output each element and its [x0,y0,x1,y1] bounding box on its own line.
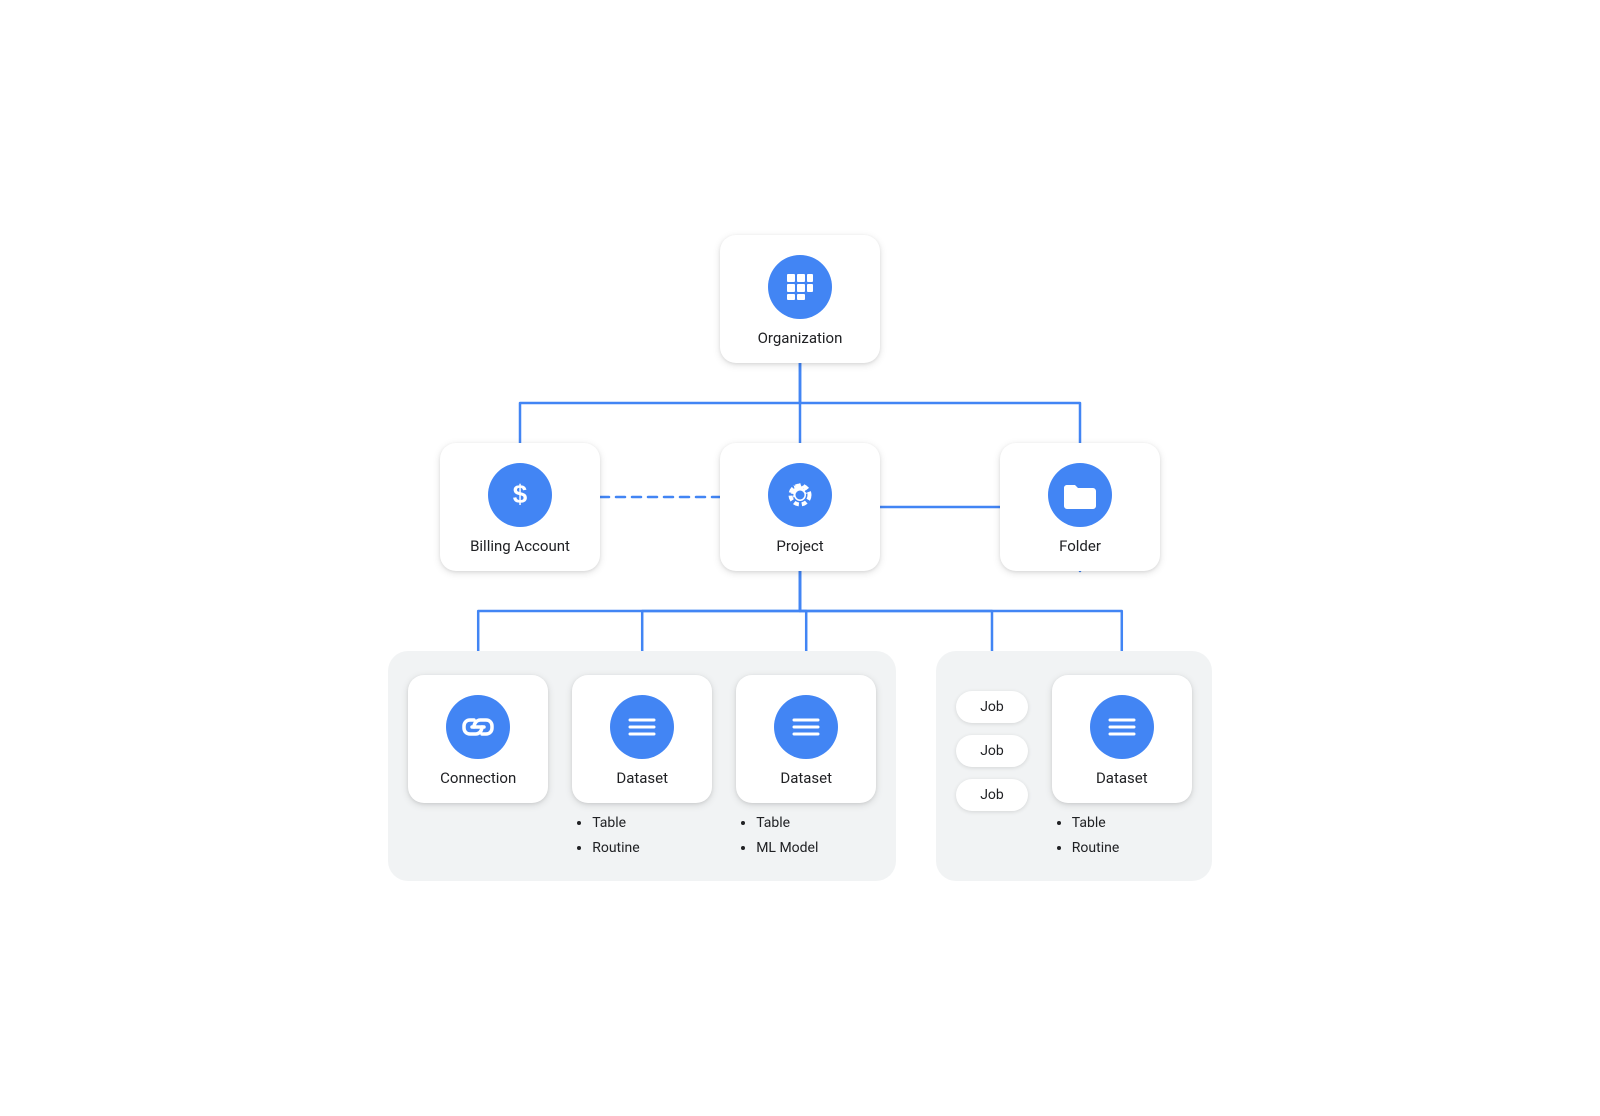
connection-icon [446,695,510,759]
billing-account-node: $ Billing Account [440,443,600,571]
dataset1-bullet-2: Routine [592,836,639,861]
dataset3-bullet-2: Routine [1072,836,1119,861]
dataset1-col: Dataset Table Routine [572,675,712,861]
dataset1-icon [610,695,674,759]
dataset2-label: Dataset [780,769,832,787]
dataset2-col: Dataset Table ML Model [736,675,876,861]
right-group: Job Job Job Dataset Ta [936,651,1212,881]
organization-icon [768,255,832,319]
dataset3-bullet-1: Table [1072,811,1119,836]
dataset3-bullets: Table Routine [1052,811,1119,861]
dataset3-icon [1090,695,1154,759]
dataset2-node: Dataset [736,675,876,803]
billing-icon: $ [488,463,552,527]
job-pill-2: Job [956,735,1028,767]
connection-node: Connection [408,675,548,803]
dataset3-label: Dataset [1096,769,1148,787]
dataset1-bullet-1: Table [592,811,639,836]
job-pill-1: Job [956,691,1028,723]
organization-label: Organization [758,329,843,347]
folder-node: Folder [1000,443,1160,571]
dataset2-bullet-1: Table [756,811,818,836]
jobs-col: Job Job Job [956,675,1028,811]
dataset2-icon [774,695,838,759]
dataset3-node: Dataset [1052,675,1192,803]
project-label: Project [776,537,823,555]
project-icon [768,463,832,527]
dataset2-bullet-2: ML Model [756,836,818,861]
connection-col: Connection [408,675,548,803]
job-pill-3: Job [956,779,1028,811]
svg-text:$: $ [513,479,528,509]
dataset2-bullets: Table ML Model [736,811,818,861]
billing-label: Billing Account [470,537,570,555]
dataset1-label: Dataset [616,769,668,787]
dataset1-node: Dataset [572,675,712,803]
left-group: Connection Dataset Table [388,651,896,881]
organization-node: Organization [720,235,880,363]
connection-label: Connection [440,769,516,787]
diagram-container: Organization $ Billing Account [200,195,1400,921]
dataset3-col: Dataset Table Routine [1052,675,1192,861]
project-node: Project [720,443,880,571]
folder-label: Folder [1059,537,1101,555]
dataset1-bullets: Table Routine [572,811,639,861]
folder-icon [1048,463,1112,527]
